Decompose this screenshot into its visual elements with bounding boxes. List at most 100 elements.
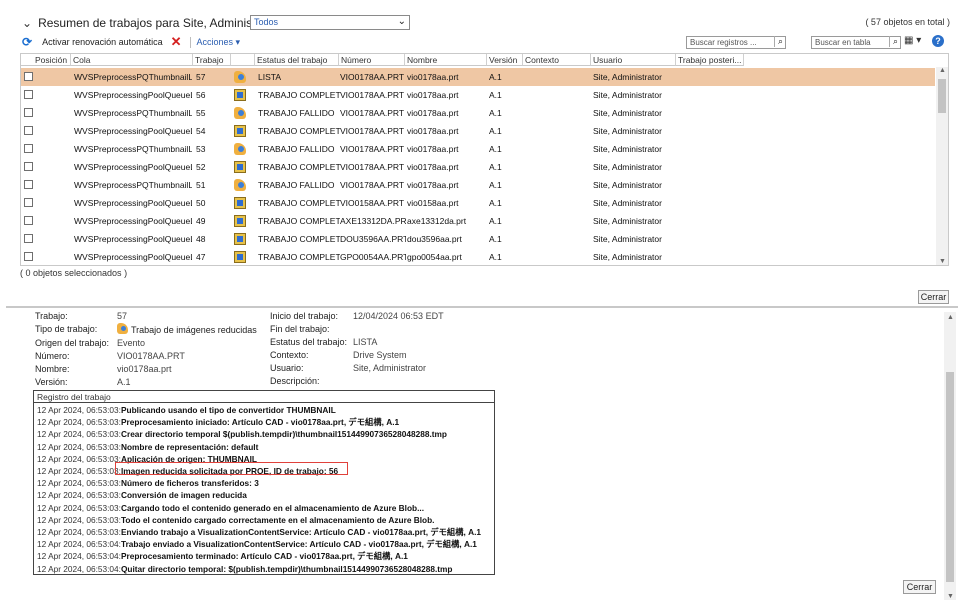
cell-name: gpo0054aa.prt [407, 252, 462, 262]
number-value: VIO0178AA.PRT [117, 351, 185, 361]
column-header[interactable]: Usuario [591, 54, 676, 66]
thumbnail-job-icon [117, 323, 128, 334]
column-header[interactable]: Trabajo [193, 54, 231, 66]
close-button[interactable]: Cerrar [918, 290, 949, 304]
cell-queue: WVSPreprocessingPoolQueueL [74, 198, 192, 208]
filter-dropdown[interactable]: Todos ⌄ [250, 15, 410, 30]
cell-version: A.1 [489, 144, 502, 154]
toolbar-divider [189, 36, 191, 48]
column-header[interactable]: Número [339, 54, 405, 66]
table-row[interactable]: WVSPreprocessingPoolQueueL 52 TRABAJO COMP… [21, 158, 935, 176]
column-header[interactable]: Posición [21, 54, 71, 66]
cell-name: dou3596aa.prt [407, 234, 462, 244]
origin-label: Origen del trabajo: [35, 338, 110, 348]
log-line: 12 Apr 2024, 06:53:04:Trabajo enviado a … [37, 539, 477, 550]
table-row[interactable]: WVSPreprocessPQThumbnailL 51 TRABAJO FALLI… [21, 176, 935, 194]
thumbnail-job-icon [234, 107, 246, 119]
search-table-input[interactable]: Buscar en tabla ⌕ [811, 36, 901, 49]
column-header[interactable]: Trabajo posteri... [676, 54, 744, 66]
search-icon[interactable]: ⌕ [773, 36, 783, 47]
delete-icon[interactable]: ✕ [171, 34, 182, 50]
row-checkbox[interactable] [24, 198, 33, 207]
cell-job: 51 [196, 180, 206, 190]
log-line: 12 Apr 2024, 06:53:03:Crear directorio t… [37, 429, 447, 440]
summary-header[interactable]: ⌄ Resumen de trabajos para Site, Adminis… [22, 14, 280, 32]
log-timestamp: 12 Apr 2024, 06:53:03: [37, 527, 121, 537]
auto-refresh-button[interactable]: Activar renovación automática [42, 37, 163, 47]
pool-job-icon [234, 125, 246, 137]
cell-version: A.1 [489, 180, 502, 190]
column-header[interactable]: Cola [71, 54, 193, 66]
cell-status: TRABAJO COMPLETO [258, 216, 340, 226]
cell-number: VIO0178AA.PRT [340, 108, 405, 118]
cell-number: AXE13312DA.PRT [340, 216, 406, 226]
column-header[interactable]: Versión [487, 54, 523, 66]
table-row[interactable]: WVSPreprocessingPoolQueueL 50 TRABAJO COMP… [21, 194, 935, 212]
highlight-annotation [115, 462, 348, 475]
column-header[interactable]: Nombre [405, 54, 487, 66]
scroll-down-icon[interactable]: ▼ [939, 258, 946, 265]
cell-status: TRABAJO FALLIDO [258, 180, 335, 190]
total-count: ( 57 objetos en total ) [865, 17, 950, 27]
log-line: 12 Apr 2024, 06:53:03:Cargando todo el c… [37, 503, 424, 514]
details-scrollbar[interactable]: ▲ ▼ [944, 312, 956, 600]
panel-splitter[interactable] [6, 306, 958, 308]
scrollbar-thumb[interactable] [938, 79, 946, 113]
log-timestamp: 12 Apr 2024, 06:53:03: [37, 429, 121, 440]
row-checkbox[interactable] [24, 72, 33, 81]
row-checkbox[interactable] [24, 162, 33, 171]
table-row[interactable]: WVSPreprocessPQThumbnailL 55 TRABAJO FALLI… [21, 104, 935, 122]
row-checkbox[interactable] [24, 252, 33, 261]
cell-user: Site, Administrator [593, 198, 662, 208]
cell-name: vio0178aa.prt [407, 126, 459, 136]
log-message: Crear directorio temporal $(publish.temp… [120, 429, 447, 440]
cell-queue: WVSPreprocessPQThumbnailL [74, 180, 192, 190]
refresh-icon[interactable]: ⟳ [22, 35, 32, 49]
table-row[interactable]: WVSPreprocessingPoolQueueL 47 TRABAJO COMP… [21, 248, 935, 265]
cell-job: 56 [196, 90, 206, 100]
search-records-input[interactable]: Buscar registros ... ⌕ [686, 36, 786, 49]
column-header[interactable]: Contexto [523, 54, 591, 66]
selected-count: ( 0 objetos seleccionados ) [20, 268, 128, 278]
thumbnail-job-icon [234, 71, 246, 83]
help-icon[interactable]: ? [932, 35, 944, 47]
scroll-up-icon[interactable]: ▲ [939, 67, 946, 74]
scroll-up-icon[interactable]: ▲ [947, 314, 954, 321]
cell-number: VIO0178AA.PRT [340, 126, 405, 136]
log-timestamp: 12 Apr 2024, 06:53:04: [37, 563, 121, 574]
cell-job: 52 [196, 162, 206, 172]
row-checkbox[interactable] [24, 216, 33, 225]
toolbar: ⟳ Activar renovación automática ✕ Accion… [22, 34, 947, 50]
cell-queue: WVSPreprocessingPoolQueueL [74, 90, 192, 100]
scrollbar-thumb[interactable] [946, 372, 954, 582]
log-timestamp: 12 Apr 2024, 06:53:03: [37, 453, 121, 464]
row-checkbox[interactable] [24, 108, 33, 117]
column-header[interactable] [231, 54, 255, 66]
row-checkbox[interactable] [24, 180, 33, 189]
cell-number: DOU3596AA.PRT [340, 234, 406, 244]
log-message: Enviando trabajo a VisualizationContentS… [120, 527, 482, 537]
column-header[interactable]: Estatus del trabajo [255, 54, 339, 66]
log-timestamp: 12 Apr 2024, 06:53:03: [37, 441, 121, 452]
thumbnail-job-icon [234, 143, 246, 155]
table-row[interactable]: WVSPreprocessingPoolQueueL 56 TRABAJO COMP… [21, 86, 935, 104]
status-value: LISTA [353, 337, 378, 347]
row-checkbox[interactable] [24, 90, 33, 99]
collapse-chevron-icon[interactable]: ⌄ [22, 16, 32, 30]
table-scrollbar[interactable]: ▲ ▼ [936, 67, 948, 265]
table-row[interactable]: WVSPreprocessPQThumbnailL 53 TRABAJO FALLI… [21, 140, 935, 158]
close-details-button[interactable]: Cerrar [903, 580, 936, 594]
scroll-down-icon[interactable]: ▼ [947, 593, 954, 600]
actions-menu[interactable]: Acciones ▾ [197, 37, 241, 48]
cell-queue: WVSPreprocessPQThumbnailL [74, 72, 192, 82]
table-view-menu-icon[interactable]: ▦ ▾ [904, 35, 921, 46]
table-row[interactable]: WVSPreprocessingPoolQueueL 54 TRABAJO COMP… [21, 122, 935, 140]
table-row[interactable]: WVSPreprocessingPoolQueueL 49 TRABAJO COMP… [21, 212, 935, 230]
row-checkbox[interactable] [24, 144, 33, 153]
pool-job-icon [234, 197, 246, 209]
table-row[interactable]: WVSPreprocessingPoolQueueL 48 TRABAJO COMP… [21, 230, 935, 248]
table-row[interactable]: WVSPreprocessPQThumbnailL 57 LISTA VIO0178A… [21, 68, 935, 86]
row-checkbox[interactable] [24, 234, 33, 243]
row-checkbox[interactable] [24, 126, 33, 135]
search-icon[interactable]: ⌕ [888, 36, 898, 47]
